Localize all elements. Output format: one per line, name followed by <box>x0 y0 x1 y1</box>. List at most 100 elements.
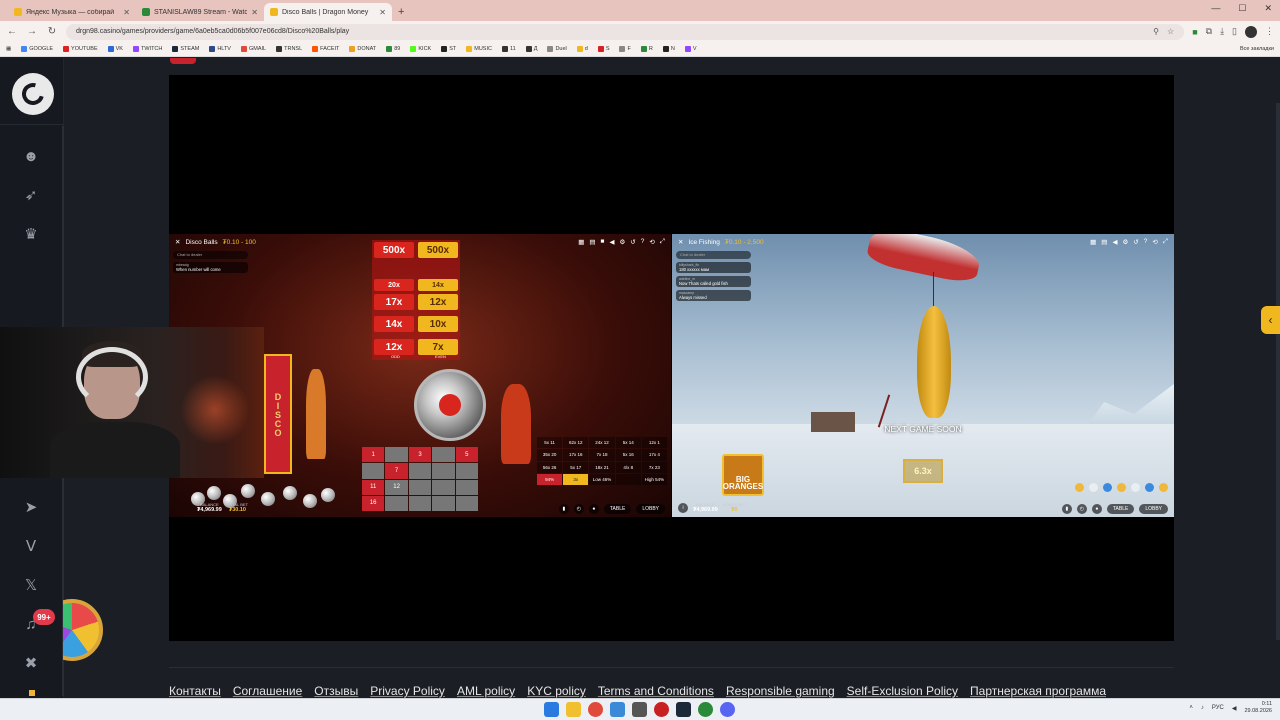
chips-icon[interactable]: ● <box>588 504 599 514</box>
obs-icon[interactable] <box>654 702 669 717</box>
url-field[interactable]: drgn98.casino/games/providers/game/6a0eb… <box>66 23 1185 40</box>
game-panel-ice-fishing[interactable]: ✕ Ice Fishing ₮0.10 - 2,500 ▦ ▤ ◀ ⚙ ↺ ? … <box>672 234 1174 517</box>
fullscreen-icon[interactable]: ⤢ <box>660 238 665 246</box>
download-icon[interactable]: ⤓ <box>1220 26 1224 37</box>
help-icon[interactable]: ? <box>1144 238 1148 246</box>
volume-icon[interactable]: ◀ <box>609 238 614 246</box>
stats-icon[interactable]: ▮ <box>1061 504 1072 514</box>
bet-cell[interactable] <box>432 463 455 479</box>
logo-icon[interactable] <box>12 73 54 115</box>
chip[interactable] <box>1075 483 1084 492</box>
close-icon[interactable]: ✕ <box>379 8 386 17</box>
sound-off-icon[interactable]: ✖ <box>20 652 42 674</box>
volume-tray-icon[interactable]: ◀ <box>1232 705 1237 712</box>
menu-icon[interactable]: ⋮ <box>1265 26 1274 37</box>
mic-icon[interactable]: ♪ <box>1201 705 1204 711</box>
footer-link[interactable]: Responsible gaming <box>726 684 835 698</box>
close-window-icon[interactable]: ✕ <box>1264 3 1272 14</box>
bet-cell[interactable]: 5 <box>455 447 478 463</box>
chat-icon[interactable]: ▤ <box>589 238 595 246</box>
bet-cell[interactable]: 1 <box>362 447 385 463</box>
close-icon[interactable]: ✕ <box>251 8 258 17</box>
bookmark-item[interactable]: VK <box>107 46 123 52</box>
history-icon[interactable]: ↺ <box>1133 238 1138 246</box>
bet-cell[interactable]: 3 <box>408 447 432 463</box>
bookmark-item[interactable]: FACEIT <box>312 46 339 52</box>
bookmark-item[interactable]: TWITCH <box>132 46 162 52</box>
lobby-icon[interactable]: ⟲ <box>649 238 654 246</box>
fullscreen-icon[interactable]: ⤢ <box>1163 238 1168 246</box>
bet-cell[interactable] <box>362 463 385 479</box>
stats-icon[interactable]: ▮ <box>558 504 569 514</box>
crown-icon[interactable]: ♛ <box>20 223 42 245</box>
steam-icon[interactable] <box>676 702 691 717</box>
history-icon[interactable]: ↺ <box>630 238 635 246</box>
close-icon[interactable]: ✕ <box>175 238 180 246</box>
chip[interactable] <box>1159 483 1168 492</box>
rocket-icon[interactable]: ➶ <box>20 184 42 206</box>
extension-icon[interactable]: ■ <box>1192 27 1197 37</box>
bookmark-item[interactable]: YOUTUBE <box>63 46 98 52</box>
chip[interactable] <box>1131 483 1140 492</box>
bet-cell[interactable]: 11 <box>362 479 385 495</box>
help-icon[interactable]: ? <box>641 238 645 246</box>
sidepanel-icon[interactable]: ▯ <box>1232 26 1237 37</box>
chips-icon[interactable]: ● <box>1091 504 1102 514</box>
lobby-icon[interactable]: ⟲ <box>1152 238 1157 246</box>
calculator-icon[interactable] <box>632 702 647 717</box>
history-icon[interactable]: ◴ <box>1076 504 1087 514</box>
forward-icon[interactable]: → <box>26 26 38 37</box>
minimize-icon[interactable]: — <box>1211 3 1220 14</box>
bet-cell[interactable] <box>455 495 478 511</box>
bookmark-item[interactable]: d <box>576 46 588 52</box>
browser-tab-stream[interactable]: STANISLAW89 Stream - Watch ✕ <box>136 3 264 21</box>
grid-icon[interactable]: ▦ <box>1090 238 1096 246</box>
bet-cell[interactable]: 12 <box>385 479 408 495</box>
table-button[interactable]: TABLE <box>1106 504 1135 514</box>
lobby-button[interactable]: LOBBY <box>1139 504 1168 514</box>
footer-link[interactable]: Соглашение <box>233 684 302 698</box>
chat-icon[interactable]: ▤ <box>1101 238 1107 246</box>
bet-cell[interactable] <box>408 479 432 495</box>
footer-link[interactable]: Terms and Conditions <box>598 684 714 698</box>
chrome-profile-icon[interactable] <box>698 702 713 717</box>
bet-cell[interactable] <box>455 479 478 495</box>
back-icon[interactable]: ← <box>6 26 18 37</box>
footer-link[interactable]: KYC policy <box>527 684 586 698</box>
bet-cell[interactable] <box>432 479 455 495</box>
chip[interactable] <box>1103 483 1112 492</box>
zoom-icon[interactable]: ⚲ <box>1153 27 1159 36</box>
bet-cell[interactable]: 16 <box>362 495 385 511</box>
footer-link[interactable]: Партнерская программа <box>970 684 1106 698</box>
settings-icon[interactable]: ⚙ <box>619 238 625 246</box>
browser-tab-yandex[interactable]: Яндекс Музыка — собирай ✕ <box>8 3 136 21</box>
footer-link[interactable]: Отзывы <box>314 684 358 698</box>
tray-chevron-icon[interactable]: ˄ <box>1189 705 1193 711</box>
bet-cell[interactable] <box>408 495 432 511</box>
browser-tab-disco[interactable]: Disco Balls | Dragon Money ✕ <box>264 3 392 21</box>
mascot-icon[interactable]: ☻ <box>20 145 42 167</box>
chat-input[interactable]: Chat to dealer <box>173 251 248 259</box>
chrome-icon[interactable] <box>588 702 603 717</box>
bookmark-item[interactable]: Д <box>525 46 537 52</box>
bookmark-item[interactable]: MUSIC <box>466 46 492 52</box>
chip[interactable] <box>1145 483 1154 492</box>
bookmark-item[interactable]: S <box>597 46 609 52</box>
explorer-icon[interactable] <box>566 702 581 717</box>
bet-cell[interactable] <box>385 447 408 463</box>
page-scrollbar[interactable] <box>1276 103 1280 640</box>
clock[interactable]: 0:11 29.08.2026 <box>1244 701 1272 715</box>
bet-cell[interactable] <box>408 463 432 479</box>
bet-cell[interactable] <box>432 495 455 511</box>
settings-icon[interactable]: ⚙ <box>1122 238 1128 246</box>
bet-cell[interactable] <box>455 463 478 479</box>
bookmark-item[interactable]: F <box>619 46 631 52</box>
bookmark-item[interactable]: ST <box>441 46 456 52</box>
bookmark-item[interactable]: HLTV <box>209 46 231 52</box>
bookmark-item[interactable]: TRNSL <box>276 46 302 52</box>
footer-link[interactable]: Контакты <box>169 684 221 698</box>
maximize-icon[interactable]: ☐ <box>1238 3 1246 14</box>
vk-icon[interactable]: ᐯ <box>20 535 42 557</box>
chip[interactable] <box>1089 483 1098 492</box>
language-indicator[interactable]: РУС <box>1212 705 1224 711</box>
